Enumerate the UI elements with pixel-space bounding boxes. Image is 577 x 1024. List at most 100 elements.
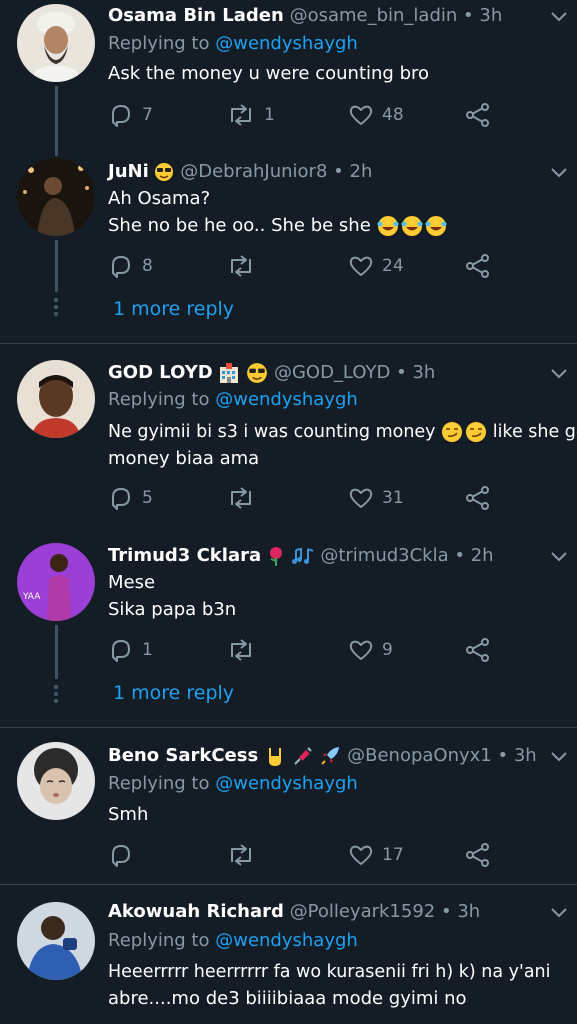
reply-button[interactable]: 5 bbox=[108, 483, 153, 513]
more-replies-link[interactable]: 1 more reply bbox=[113, 682, 234, 704]
replying-to: Replying to @wendyshaygh bbox=[108, 33, 358, 54]
rocket-emoji-icon bbox=[321, 747, 340, 765]
replying-to-handle[interactable]: @wendyshaygh bbox=[215, 389, 358, 410]
retweet-button[interactable]: 1 bbox=[226, 100, 275, 130]
avatar[interactable] bbox=[17, 4, 95, 82]
share-button[interactable] bbox=[465, 251, 491, 281]
share-button[interactable] bbox=[465, 635, 491, 665]
author-handle[interactable]: @Polleyark1592 bbox=[290, 901, 436, 922]
separator-dot: • bbox=[497, 745, 509, 766]
chevron-down-icon[interactable] bbox=[549, 906, 569, 920]
heart-icon bbox=[349, 105, 373, 125]
timestamp[interactable]: 3h bbox=[457, 901, 480, 922]
avatar[interactable] bbox=[17, 360, 95, 438]
tweet-3[interactable]: GOD LOYD @GOD_LOYD • 3h Replying to @wen… bbox=[0, 344, 577, 529]
tweet-6[interactable]: Akowuah Richard @Polleyark1592 • 3h Repl… bbox=[0, 885, 577, 1024]
avatar[interactable]: YAA bbox=[17, 543, 95, 621]
chevron-down-icon[interactable] bbox=[549, 166, 569, 180]
tears-of-joy-emoji-icon bbox=[377, 216, 447, 236]
author-name[interactable]: GOD LOYD bbox=[108, 362, 213, 383]
reply-count: 8 bbox=[142, 256, 153, 276]
reply-button[interactable]: 1 bbox=[108, 635, 153, 665]
action-bar: 5 31 bbox=[108, 483, 577, 513]
avatar[interactable] bbox=[17, 742, 95, 820]
like-button[interactable]: 31 bbox=[348, 483, 404, 513]
tweet-text-line: Mese bbox=[108, 572, 156, 593]
author-handle[interactable]: @DebrahJunior8 bbox=[180, 161, 327, 182]
tweet-text-line: abre....mo de3 biiiibiaaa mode gyimi no bbox=[108, 988, 467, 1009]
like-button[interactable]: 17 bbox=[348, 840, 404, 870]
tweet-4[interactable]: YAA Trimud3 Cklara @trimud3Ckla • 2h Mes… bbox=[0, 529, 577, 727]
timestamp[interactable]: 3h bbox=[479, 5, 502, 26]
timestamp[interactable]: 2h bbox=[350, 161, 373, 182]
tweet-text-line: Ask the money u were counting bro bbox=[108, 63, 430, 84]
reply-icon bbox=[112, 845, 130, 867]
action-bar: 17 bbox=[108, 840, 577, 870]
replying-to: Replying to @wendyshaygh bbox=[108, 773, 358, 794]
like-count: 24 bbox=[382, 256, 404, 276]
more-replies-link[interactable]: 1 more reply bbox=[113, 298, 234, 320]
avatar[interactable] bbox=[17, 158, 95, 236]
chevron-down-icon[interactable] bbox=[549, 367, 569, 381]
share-button[interactable] bbox=[465, 840, 491, 870]
like-count: 48 bbox=[382, 105, 404, 125]
retweet-count: 1 bbox=[264, 105, 275, 125]
author-handle[interactable]: @trimud3Ckla bbox=[320, 545, 448, 566]
tweet-1[interactable]: Osama Bin Laden @osame_bin_ladin • 3h Re… bbox=[0, 0, 577, 150]
separator-dot: • bbox=[463, 5, 474, 26]
reply-icon bbox=[112, 488, 130, 510]
sunglasses-emoji-icon bbox=[247, 363, 268, 383]
chevron-down-icon[interactable] bbox=[549, 550, 569, 564]
heart-icon bbox=[349, 845, 373, 865]
avatar[interactable] bbox=[17, 902, 95, 980]
reply-count: 7 bbox=[142, 105, 153, 125]
like-button[interactable]: 48 bbox=[348, 100, 404, 130]
author-handle[interactable]: @BenopaOnyx1 bbox=[347, 745, 492, 766]
chevron-down-icon[interactable] bbox=[549, 750, 569, 764]
retweet-button[interactable] bbox=[226, 840, 264, 870]
reply-button[interactable]: 8 bbox=[108, 251, 153, 281]
like-button[interactable]: 9 bbox=[348, 635, 393, 665]
author-handle[interactable]: @osame_bin_ladin bbox=[290, 5, 458, 26]
replying-to: Replying to @wendyshaygh bbox=[108, 930, 358, 951]
tweet-2[interactable]: JuNi @DebrahJunior8 • 2h Ah Osama? She n… bbox=[0, 150, 577, 343]
retweet-button[interactable] bbox=[226, 483, 264, 513]
retweet-icon bbox=[231, 104, 251, 126]
tweet-text-line: Ah Osama? bbox=[108, 188, 211, 209]
hospital-emoji-icon bbox=[220, 363, 239, 383]
reply-button[interactable] bbox=[108, 840, 142, 870]
separator-dot: • bbox=[333, 161, 344, 182]
author-handle[interactable]: @GOD_LOYD bbox=[274, 362, 390, 383]
timestamp[interactable]: 2h bbox=[471, 545, 494, 566]
author-name[interactable]: Beno SarkCess bbox=[108, 745, 258, 766]
replying-to-handle[interactable]: @wendyshaygh bbox=[215, 773, 358, 794]
author-name[interactable]: Osama Bin Laden bbox=[108, 5, 284, 26]
tweet-5[interactable]: Beno SarkCess @BenopaOnyx1 • 3h Replying… bbox=[0, 728, 577, 884]
author-name[interactable]: Trimud3 Cklara bbox=[108, 545, 261, 566]
timestamp[interactable]: 3h bbox=[412, 362, 435, 383]
chevron-down-icon[interactable] bbox=[549, 10, 569, 24]
reply-icon bbox=[112, 105, 130, 127]
replying-to-handle[interactable]: @wendyshaygh bbox=[215, 930, 358, 951]
like-button[interactable]: 24 bbox=[348, 251, 404, 281]
separator-dot: • bbox=[454, 545, 465, 566]
tweet-text-line: Ne gyimii bi s3 i was counting money lik… bbox=[108, 422, 577, 442]
thread-line bbox=[55, 86, 58, 150]
reply-icon bbox=[112, 640, 130, 662]
author-name[interactable]: JuNi bbox=[108, 161, 149, 182]
retweet-button[interactable] bbox=[226, 251, 264, 281]
share-button[interactable] bbox=[465, 100, 491, 130]
retweet-icon bbox=[231, 255, 251, 277]
author-name[interactable]: Akowuah Richard bbox=[108, 901, 284, 922]
separator-dot: • bbox=[396, 362, 407, 383]
timestamp[interactable]: 3h bbox=[514, 745, 537, 766]
retweet-icon bbox=[231, 639, 251, 661]
reply-button[interactable]: 7 bbox=[108, 100, 153, 130]
action-bar: 1 9 bbox=[108, 635, 577, 665]
share-button[interactable] bbox=[465, 483, 491, 513]
retweet-button[interactable] bbox=[226, 635, 264, 665]
replying-to-handle[interactable]: @wendyshaygh bbox=[215, 33, 358, 54]
tweet-text-line: Sika papa b3n bbox=[108, 599, 237, 620]
thread-line bbox=[55, 625, 58, 679]
rose-emoji-icon bbox=[269, 547, 282, 566]
